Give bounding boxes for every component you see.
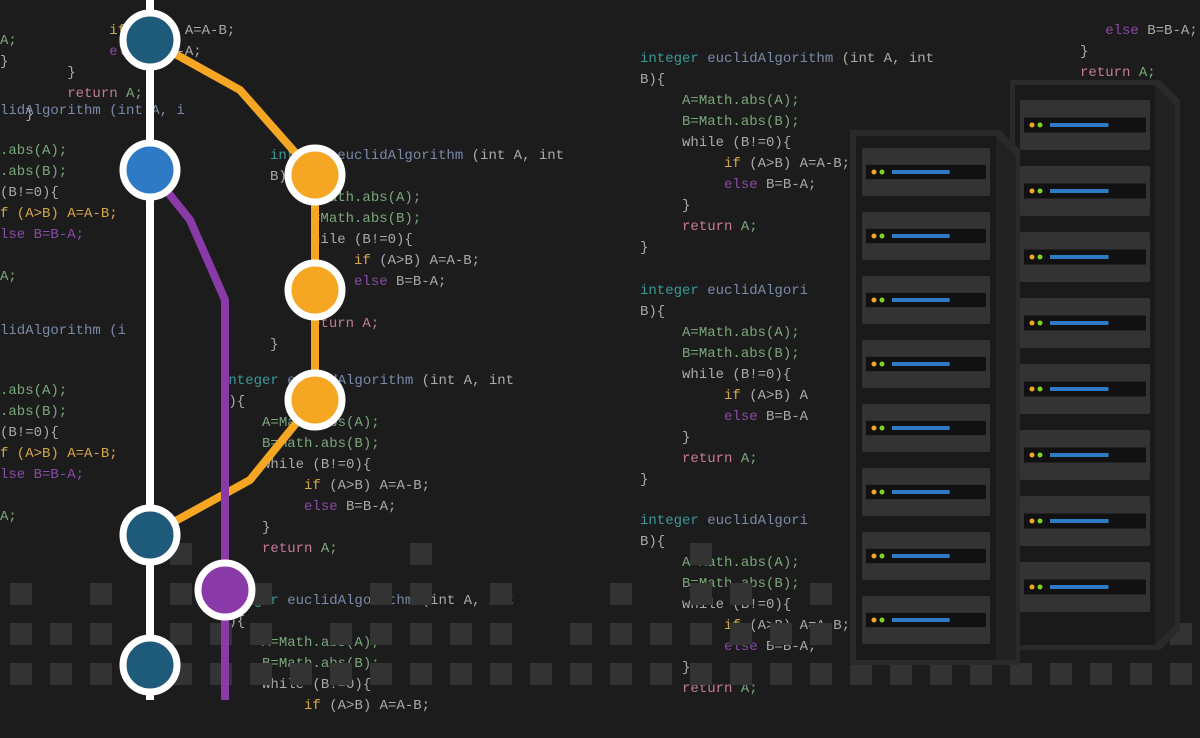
git-commit-node xyxy=(123,638,177,692)
decorative-square xyxy=(730,583,752,605)
server-led-icon xyxy=(1038,387,1043,392)
decorative-square xyxy=(730,623,752,645)
server-activity-bar xyxy=(1050,585,1109,589)
server-unit xyxy=(862,468,990,516)
decorative-square xyxy=(810,623,832,645)
decorative-square xyxy=(650,623,672,645)
server-led-icon xyxy=(880,426,885,431)
server-unit xyxy=(862,532,990,580)
decorative-square xyxy=(690,543,712,565)
server-activity-bar xyxy=(1050,123,1109,127)
server-activity-bar xyxy=(1050,387,1109,391)
server-led-icon xyxy=(1038,189,1043,194)
code-block: integer euclidAlgori B){ A=Math.abs(A); … xyxy=(640,260,808,512)
git-commit-node xyxy=(288,263,342,317)
server-led-icon xyxy=(1030,189,1035,194)
server-led-icon xyxy=(872,234,877,239)
decorative-square xyxy=(690,583,712,605)
server-led-icon xyxy=(872,426,877,431)
server-led-icon xyxy=(880,234,885,239)
decorative-square xyxy=(570,663,592,685)
server-activity-bar xyxy=(892,298,950,302)
server-activity-bar xyxy=(1050,255,1109,259)
server-led-icon xyxy=(1038,123,1043,128)
server-led-icon xyxy=(880,362,885,367)
server-activity-bar xyxy=(892,426,950,430)
server-unit xyxy=(862,340,990,388)
server-led-icon xyxy=(872,554,877,559)
server-led-icon xyxy=(1030,123,1035,128)
server-unit xyxy=(1020,562,1150,612)
server-activity-bar xyxy=(1050,189,1109,193)
server-unit xyxy=(862,148,990,196)
server-unit xyxy=(1020,298,1150,348)
server-unit xyxy=(1020,496,1150,546)
decorative-square xyxy=(770,623,792,645)
server-led-icon xyxy=(1038,321,1043,326)
decorative-square xyxy=(570,623,592,645)
git-commit-node xyxy=(198,563,252,617)
server-activity-bar xyxy=(892,490,950,494)
server-led-icon xyxy=(1038,585,1043,590)
server-activity-bar xyxy=(1050,453,1109,457)
server-unit xyxy=(1020,430,1150,480)
server-led-icon xyxy=(872,618,877,623)
server-led-icon xyxy=(1030,585,1035,590)
server-activity-bar xyxy=(1050,321,1109,325)
server-unit xyxy=(1020,364,1150,414)
server-led-icon xyxy=(1030,453,1035,458)
server-unit xyxy=(1020,232,1150,282)
server-led-icon xyxy=(880,554,885,559)
server-led-icon xyxy=(872,298,877,303)
server-unit xyxy=(862,596,990,644)
git-commit-node xyxy=(123,13,177,67)
decorative-square xyxy=(530,663,552,685)
server-activity-bar xyxy=(892,618,950,622)
server-activity-bar xyxy=(892,362,950,366)
server-led-icon xyxy=(880,298,885,303)
server-led-icon xyxy=(1038,255,1043,260)
server-led-icon xyxy=(880,618,885,623)
server-led-icon xyxy=(1038,453,1043,458)
decorative-square xyxy=(810,583,832,605)
git-commit-node xyxy=(123,143,177,197)
server-activity-bar xyxy=(892,234,950,238)
server-activity-bar xyxy=(1050,519,1109,523)
server-unit xyxy=(1020,166,1150,216)
decorative-square xyxy=(690,663,712,685)
server-led-icon xyxy=(880,490,885,495)
decorative-square xyxy=(810,663,832,685)
server-unit xyxy=(862,212,990,260)
decorative-square xyxy=(770,663,792,685)
server-unit xyxy=(862,404,990,452)
server-led-icon xyxy=(872,490,877,495)
server-led-icon xyxy=(1030,321,1035,326)
decorative-square xyxy=(730,663,752,685)
server-unit xyxy=(1020,100,1150,150)
server-led-icon xyxy=(1030,255,1035,260)
git-graph xyxy=(0,0,500,675)
server-racks xyxy=(850,70,1190,650)
server-led-icon xyxy=(1038,519,1043,524)
decorative-square xyxy=(610,663,632,685)
server-activity-bar xyxy=(892,554,950,558)
decorative-square xyxy=(650,663,672,685)
server-rack-front xyxy=(850,130,1020,665)
server-led-icon xyxy=(872,170,877,175)
decorative-square xyxy=(610,623,632,645)
server-activity-bar xyxy=(892,170,950,174)
decorative-square xyxy=(690,623,712,645)
decorative-square xyxy=(610,583,632,605)
server-led-icon xyxy=(872,362,877,367)
git-commit-node xyxy=(288,373,342,427)
server-unit xyxy=(862,276,990,324)
server-led-icon xyxy=(1030,387,1035,392)
git-commits xyxy=(123,13,342,692)
git-commit-node xyxy=(123,508,177,562)
server-led-icon xyxy=(1030,519,1035,524)
git-commit-node xyxy=(288,148,342,202)
git-branch-hotfix xyxy=(150,170,225,700)
server-led-icon xyxy=(880,170,885,175)
